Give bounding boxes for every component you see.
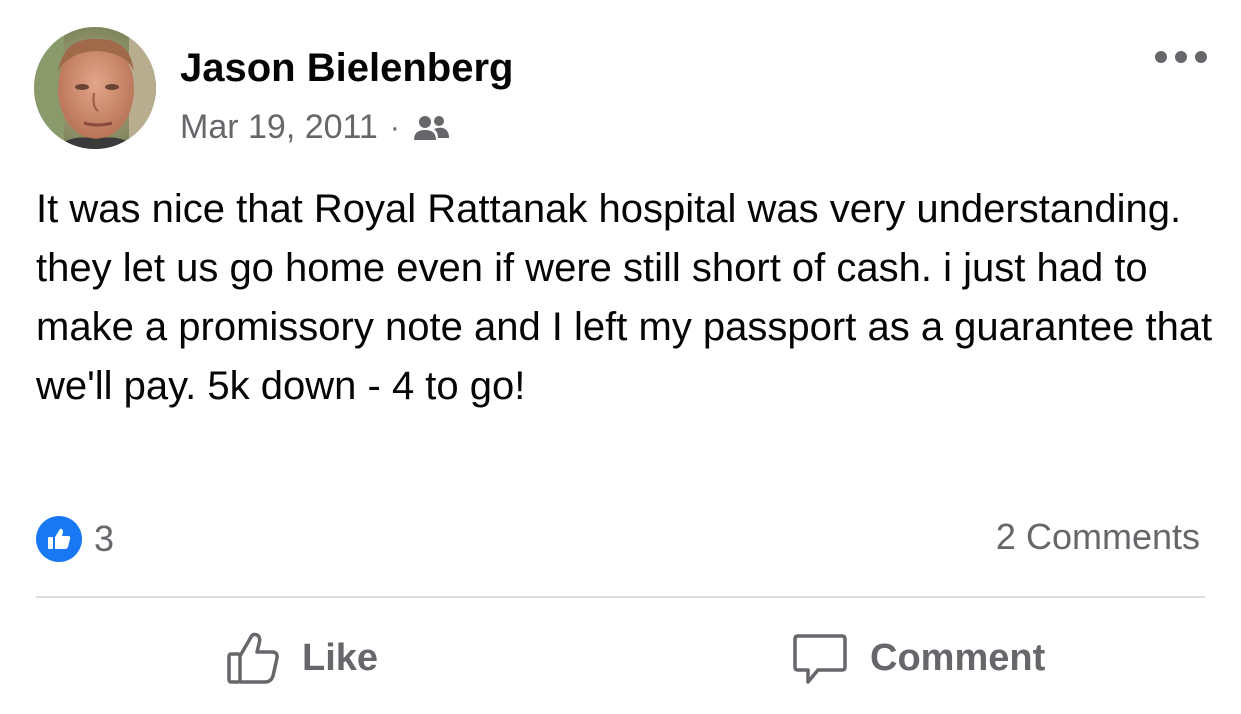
post-text: It was nice that Royal Rattanak hospital… xyxy=(36,187,1213,408)
reaction-count: 3 xyxy=(94,518,115,559)
post-card: Jason Bielenberg Mar 19, 2011 · It was n… xyxy=(0,0,1241,714)
reactions-summary[interactable]: 3 xyxy=(36,516,114,562)
like-label: Like xyxy=(302,636,379,679)
comment-label: Comment xyxy=(870,636,1046,679)
post-date[interactable]: Mar 19, 2011 xyxy=(180,108,378,147)
comments-count-link[interactable]: 2 Comments xyxy=(996,516,1200,558)
more-dot xyxy=(1195,51,1207,63)
avatar-image xyxy=(34,27,156,149)
author-name[interactable]: Jason Bielenberg xyxy=(180,46,513,91)
more-options-icon[interactable] xyxy=(1155,44,1207,70)
like-reaction-icon xyxy=(36,516,82,562)
more-dot xyxy=(1155,51,1167,63)
friends-icon[interactable] xyxy=(412,113,450,143)
divider xyxy=(36,596,1205,598)
avatar[interactable] xyxy=(34,27,156,149)
like-button[interactable]: Like xyxy=(226,612,378,704)
post-meta: Mar 19, 2011 · xyxy=(180,108,450,147)
comment-bubble-icon xyxy=(792,630,848,686)
meta-separator: · xyxy=(389,110,400,144)
thumbs-up-icon xyxy=(226,630,280,686)
more-dot xyxy=(1175,51,1187,63)
comment-button[interactable]: Comment xyxy=(792,612,1045,704)
